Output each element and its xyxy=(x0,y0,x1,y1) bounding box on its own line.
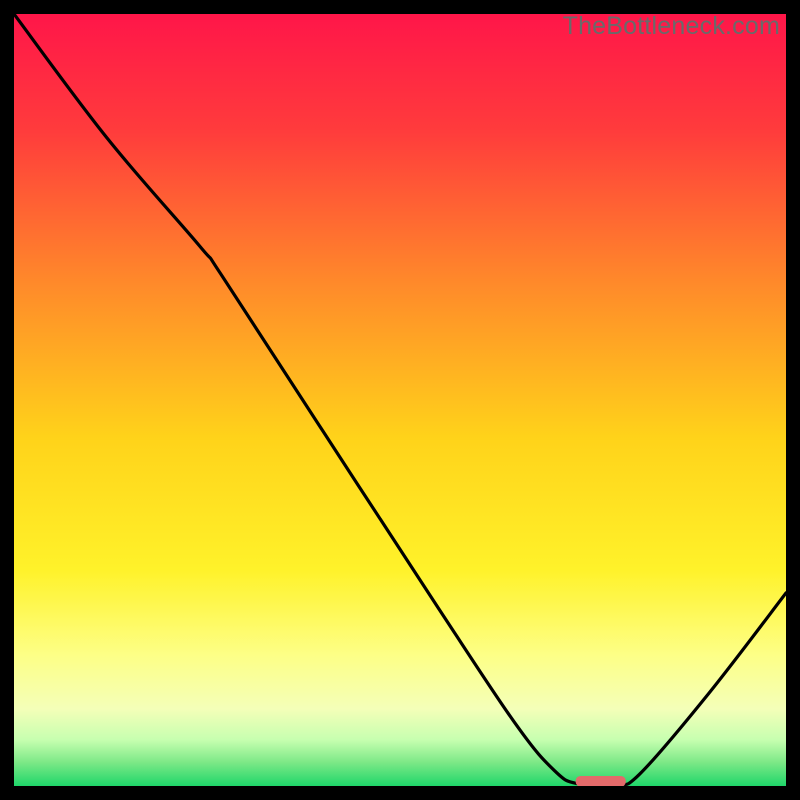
watermark-text: TheBottleneck.com xyxy=(563,12,780,41)
bottleneck-chart xyxy=(14,14,786,786)
gradient-bg xyxy=(14,14,786,786)
optimal-marker xyxy=(576,776,626,786)
chart-frame: TheBottleneck.com xyxy=(14,14,786,786)
